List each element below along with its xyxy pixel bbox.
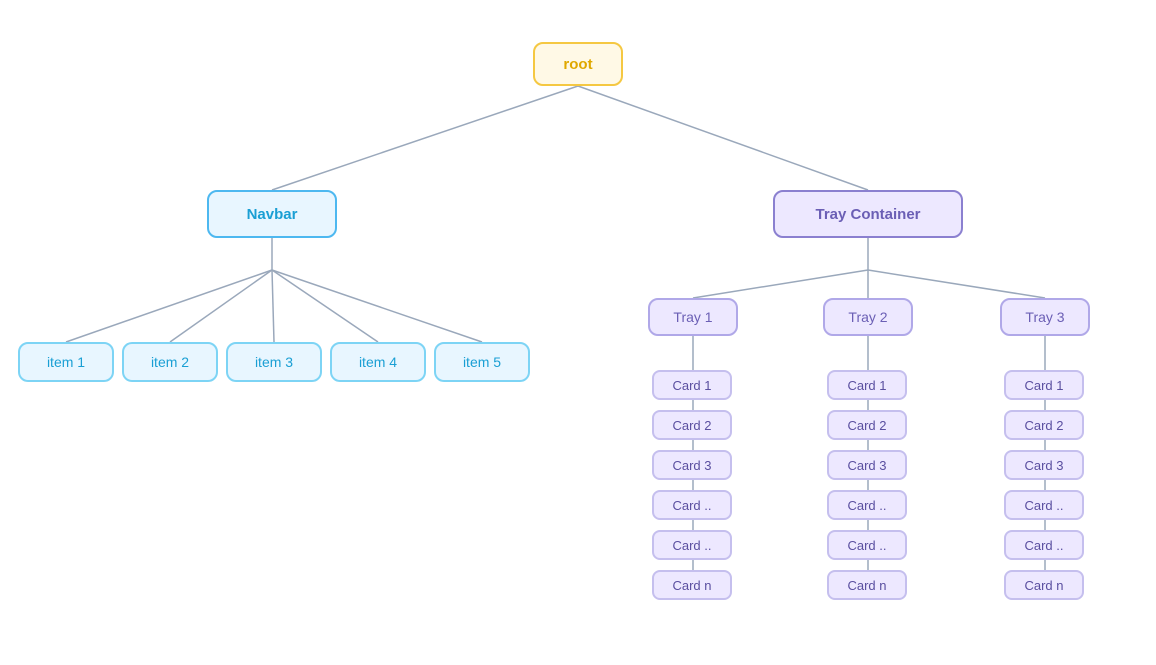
- tray2-card-3: Card 3: [827, 450, 907, 480]
- navbar-item-5: item 5: [434, 342, 530, 382]
- tray1-card-1: Card 1: [652, 370, 732, 400]
- navbar-label: Navbar: [247, 206, 298, 223]
- navbar-item-2: item 2: [122, 342, 218, 382]
- tray2-card-5: Card ..: [827, 530, 907, 560]
- navbar-node: Navbar: [207, 190, 337, 238]
- tray3-card-1: Card 1: [1004, 370, 1084, 400]
- navbar-item-4: item 4: [330, 342, 426, 382]
- tray3-card-n: Card n: [1004, 570, 1084, 600]
- tray1-card-3: Card 3: [652, 450, 732, 480]
- tray-container-label: Tray Container: [815, 206, 920, 223]
- tray3-card-5: Card ..: [1004, 530, 1084, 560]
- tray2-card-n: Card n: [827, 570, 907, 600]
- tray-2-node: Tray 2: [823, 298, 913, 336]
- tray3-card-3: Card 3: [1004, 450, 1084, 480]
- root-node: root: [533, 42, 623, 86]
- tray-container-node: Tray Container: [773, 190, 963, 238]
- tray1-card-n: Card n: [652, 570, 732, 600]
- tray2-card-2: Card 2: [827, 410, 907, 440]
- tray3-card-4: Card ..: [1004, 490, 1084, 520]
- tray1-card-4: Card ..: [652, 490, 732, 520]
- tray1-card-5: Card ..: [652, 530, 732, 560]
- tray1-card-2: Card 2: [652, 410, 732, 440]
- tray3-card-2: Card 2: [1004, 410, 1084, 440]
- tray-1-node: Tray 1: [648, 298, 738, 336]
- tray2-card-4: Card ..: [827, 490, 907, 520]
- navbar-item-1: item 1: [18, 342, 114, 382]
- tray-3-node: Tray 3: [1000, 298, 1090, 336]
- root-label: root: [563, 56, 592, 73]
- navbar-item-3: item 3: [226, 342, 322, 382]
- connector-lines: .line { stroke: #9aa8bb; stroke-width: 1…: [0, 0, 1156, 665]
- tray2-card-1: Card 1: [827, 370, 907, 400]
